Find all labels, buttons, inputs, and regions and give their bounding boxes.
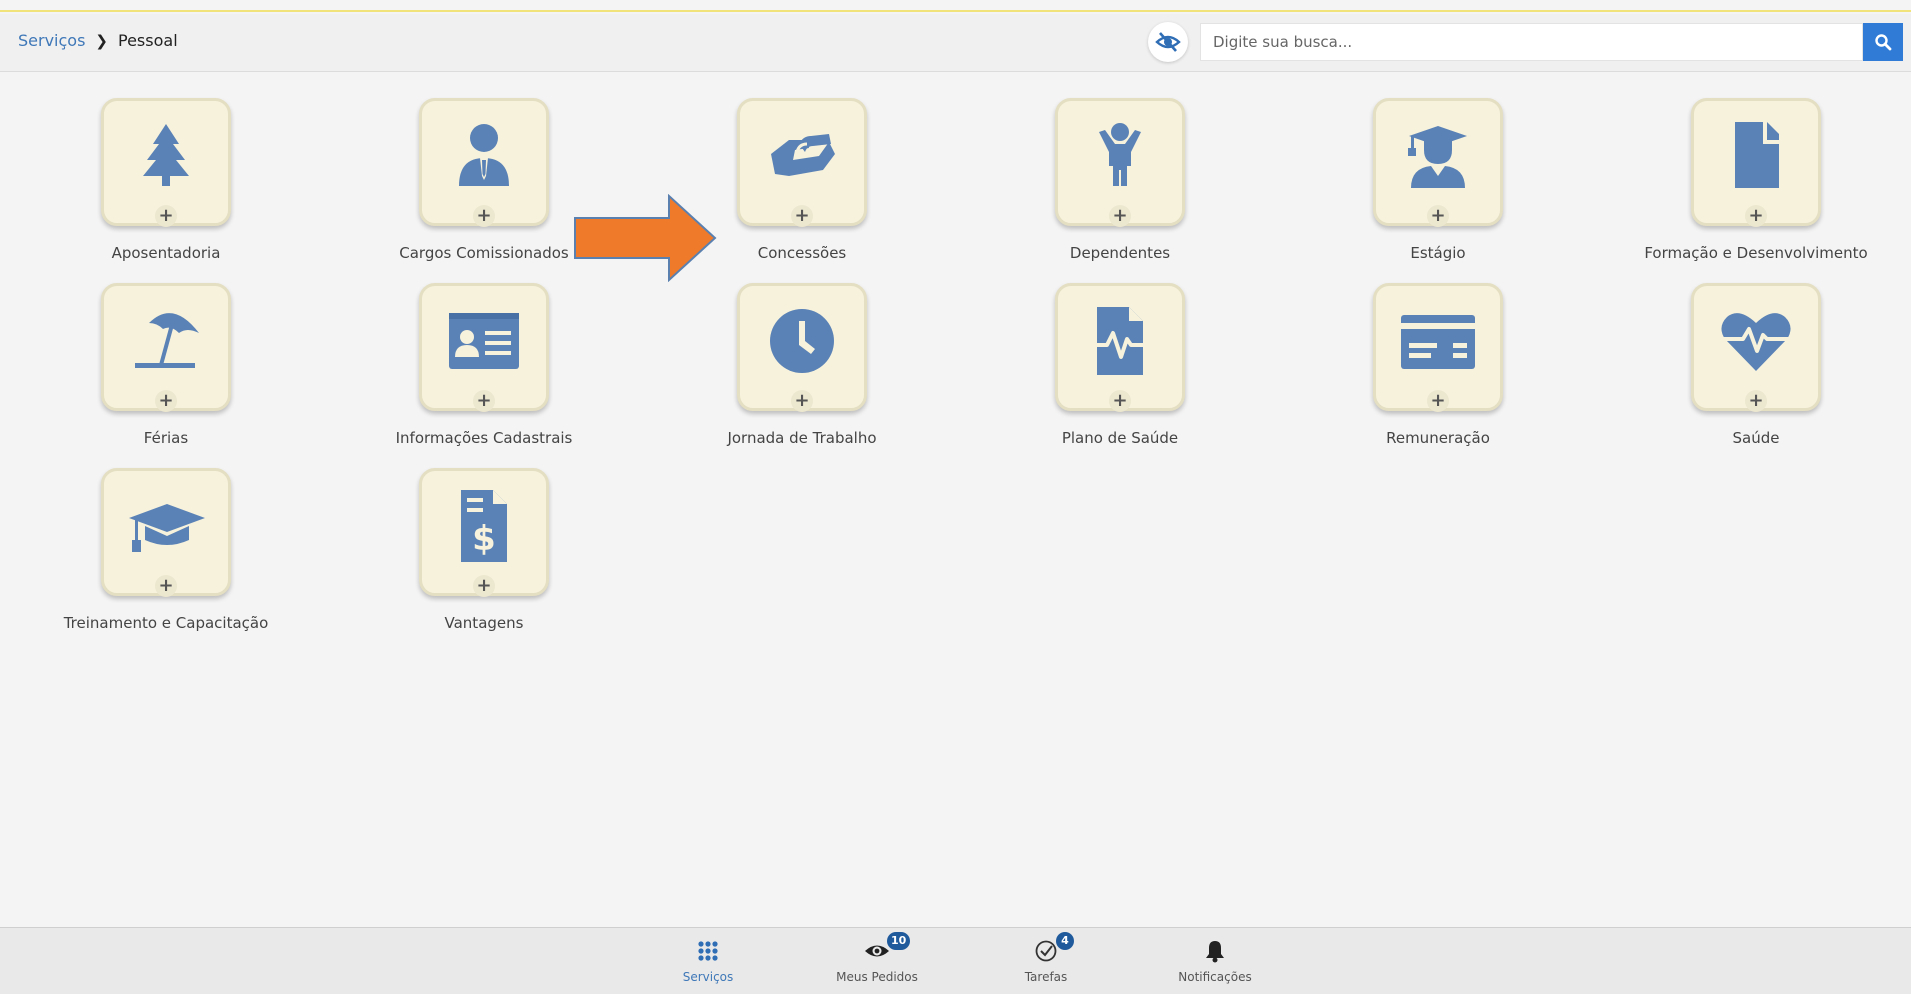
mortarboard-icon	[129, 504, 205, 552]
tile-label: Formação e Desenvolvimento	[1644, 244, 1868, 262]
id-card-icon	[449, 313, 519, 369]
check-circle-icon	[1035, 940, 1057, 962]
breadcrumb: Serviços ❯ Pessoal	[18, 31, 178, 50]
tile-icon-box: +	[419, 283, 549, 412]
breadcrumb-current: Pessoal	[118, 31, 178, 50]
nav-label: Tarefas	[1024, 970, 1068, 984]
add-plus-icon: +	[1745, 205, 1767, 227]
add-plus-icon: +	[1745, 390, 1767, 412]
bell-icon	[1206, 941, 1224, 963]
add-plus-icon: +	[473, 390, 495, 412]
tile-label: Férias	[143, 429, 189, 447]
breadcrumb-chevron-icon: ❯	[95, 31, 108, 50]
tarefas-count-badge: 4	[1056, 932, 1074, 950]
tile-label: Vantagens	[444, 614, 524, 632]
tile-icon-box: +	[419, 98, 549, 227]
handshake-icon	[771, 134, 835, 176]
tile-icon-box: +	[737, 283, 867, 412]
tile-label: Remuneração	[1386, 429, 1490, 447]
bottom-navigation: Serviços 10 Meus Pedidos 4 Tarefas Notif…	[0, 927, 1911, 994]
tile-dependentes[interactable]: + Dependentes	[990, 98, 1250, 278]
add-plus-icon: +	[1427, 205, 1449, 227]
tree-icon	[143, 124, 189, 186]
tile-icon-box: +	[1055, 283, 1185, 412]
tile-label: Aposentadoria	[111, 244, 221, 262]
tile-jornada-trabalho[interactable]: + Jornada de Trabalho	[672, 283, 932, 463]
tile-remuneracao[interactable]: + Remuneração	[1308, 283, 1568, 463]
nav-label: Notificações	[1178, 970, 1252, 984]
header-bar: Serviços ❯ Pessoal	[0, 14, 1911, 72]
tile-label: Treinamento e Capacitação	[63, 614, 269, 632]
child-icon	[1099, 123, 1141, 186]
add-plus-icon: +	[155, 390, 177, 412]
tile-icon-box: +	[101, 283, 231, 412]
tile-icon-box: +	[1691, 283, 1821, 412]
tile-icon-box: +	[737, 98, 867, 227]
graduate-icon	[1408, 126, 1467, 188]
tile-icon-box: +	[101, 468, 231, 597]
add-plus-icon: +	[1109, 390, 1131, 412]
businessman-icon	[459, 124, 509, 186]
tile-icon-box: +	[1373, 98, 1503, 227]
tile-label: Jornada de Trabalho	[727, 429, 877, 447]
beach-umbrella-icon	[135, 313, 199, 368]
medical-file-icon	[1091, 307, 1149, 375]
tile-icon-box: $ +	[419, 468, 549, 597]
search-field	[1200, 23, 1863, 61]
eye-slash-icon	[1155, 32, 1181, 52]
tile-label: Informações Cadastrais	[395, 429, 573, 447]
svg-text:$: $	[472, 519, 496, 559]
clock-icon	[770, 309, 834, 373]
add-plus-icon: +	[155, 205, 177, 227]
nav-label: Meus Pedidos	[836, 970, 918, 984]
grid-icon	[698, 941, 718, 961]
nav-label: Serviços	[682, 970, 734, 984]
credit-card-icon	[1401, 315, 1475, 369]
invoice-dollar-icon: $	[461, 490, 507, 562]
add-plus-icon: +	[155, 575, 177, 597]
tile-icon-box: +	[1373, 283, 1503, 412]
tile-icon-box: +	[1055, 98, 1185, 227]
search-button[interactable]	[1863, 23, 1903, 61]
search-icon	[1875, 34, 1892, 51]
add-plus-icon: +	[791, 390, 813, 412]
tile-plano-saude[interactable]: + Plano de Saúde	[990, 283, 1250, 463]
orange-arrow-icon	[574, 194, 717, 282]
tile-ferias[interactable]: + Férias	[36, 283, 296, 463]
heartbeat-icon	[1721, 313, 1791, 371]
tile-label: Estágio	[1410, 244, 1466, 262]
tile-estagio[interactable]: + Estágio	[1308, 98, 1568, 278]
search-input[interactable]	[1201, 24, 1862, 60]
add-plus-icon: +	[473, 575, 495, 597]
tile-vantagens[interactable]: $ + Vantagens	[354, 468, 614, 648]
tile-informacoes-cadastrais[interactable]: + Informações Cadastrais	[354, 283, 614, 463]
tile-label: Dependentes	[1069, 244, 1171, 262]
nav-notificacoes[interactable]: Notificações	[1145, 936, 1285, 984]
breadcrumb-servicos-link[interactable]: Serviços	[18, 31, 85, 50]
add-plus-icon: +	[473, 205, 495, 227]
tile-saude[interactable]: + Saúde	[1626, 283, 1886, 463]
add-plus-icon: +	[791, 205, 813, 227]
nav-tarefas[interactable]: 4 Tarefas	[976, 932, 1116, 984]
tile-formacao-desenvolvimento[interactable]: + Formação e Desenvolvimento	[1626, 98, 1886, 278]
hide-eye-toggle-button[interactable]	[1148, 22, 1188, 62]
document-icon	[1735, 122, 1779, 188]
nav-meus-pedidos[interactable]: 10 Meus Pedidos	[807, 932, 947, 984]
nav-icon-wrap: 10	[807, 932, 947, 966]
nav-icon-wrap	[1145, 936, 1285, 966]
tile-icon-box: +	[101, 98, 231, 227]
add-plus-icon: +	[1427, 390, 1449, 412]
tile-treinamento-capacitacao[interactable]: + Treinamento e Capacitação	[36, 468, 296, 648]
tile-aposentadoria[interactable]: + Aposentadoria	[36, 98, 296, 278]
top-accent-line	[0, 0, 1911, 12]
tile-label: Saúde	[1732, 429, 1780, 447]
services-grid: + Aposentadoria + Cargos Comissionados +…	[0, 72, 1911, 927]
add-plus-icon: +	[1109, 205, 1131, 227]
tile-label: Plano de Saúde	[1061, 429, 1179, 447]
pedidos-count-badge: 10	[887, 932, 911, 950]
nav-icon-wrap: 4	[976, 932, 1116, 966]
nav-icon-wrap	[638, 936, 778, 966]
nav-servicos[interactable]: Serviços	[638, 936, 778, 984]
tile-icon-box: +	[1691, 98, 1821, 227]
